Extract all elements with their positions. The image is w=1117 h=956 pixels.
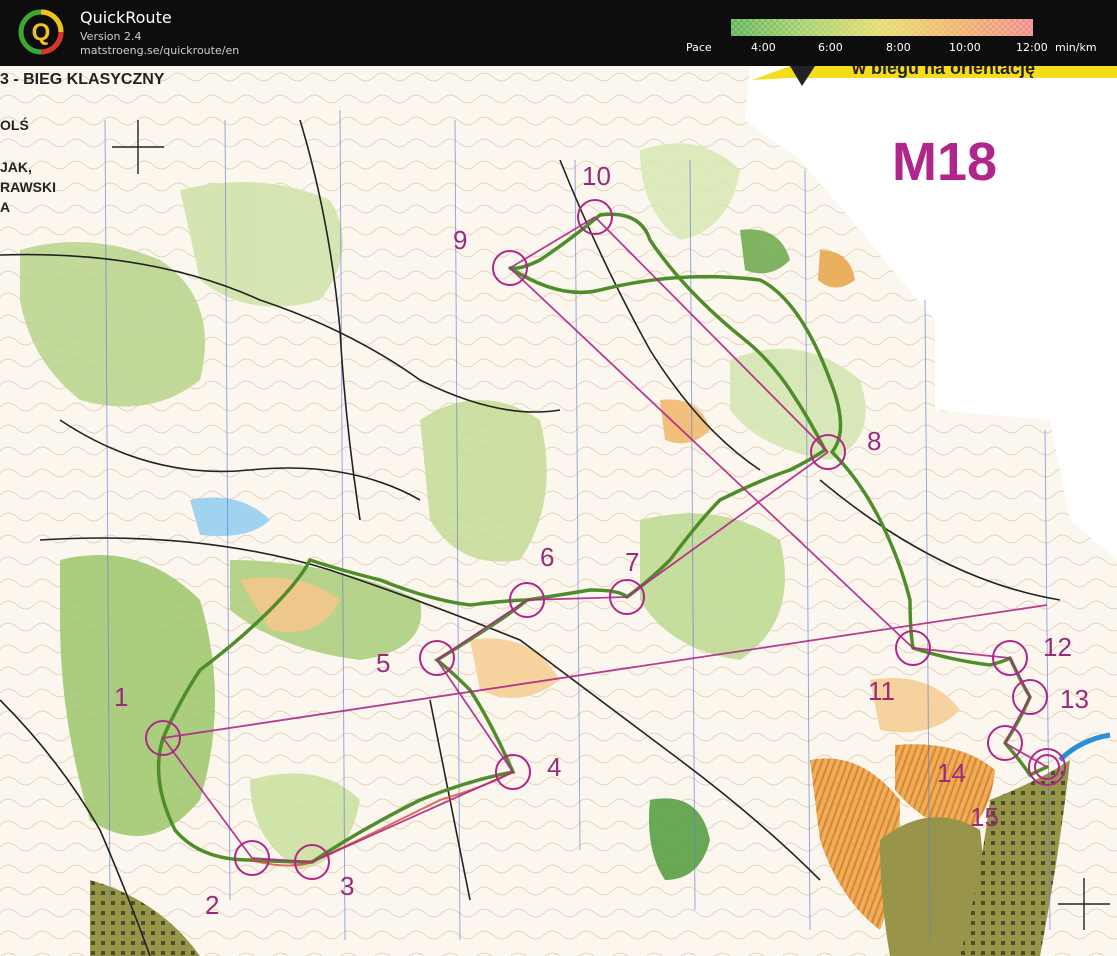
control-number-2: 2	[205, 890, 219, 920]
control-number-7: 7	[625, 547, 639, 577]
logo-letter: Q	[32, 19, 51, 46]
orienteering-map[interactable]: 1 2 3 4 5 6 7 8 9 10 11 12 13 14 15 3 - …	[0, 66, 1117, 956]
map-title-fragment: 3 - BIEG KLASYCZNY	[0, 71, 165, 88]
class-label: M18	[892, 132, 997, 192]
control-number-9: 9	[453, 225, 467, 255]
control-number-14: 14	[937, 758, 966, 788]
quickroute-logo: Q	[18, 9, 64, 55]
pace-tick-4: 4:00	[751, 41, 776, 54]
map-side-text-1: OLŚ	[0, 116, 29, 133]
control-number-5: 5	[376, 648, 390, 678]
pace-tick-6: 6:00	[818, 41, 843, 54]
control-number-13: 13	[1060, 684, 1089, 714]
pace-unit: min/km	[1055, 41, 1097, 54]
pace-color-scale	[731, 19, 1033, 36]
control-number-8: 8	[867, 426, 881, 456]
control-number-12: 12	[1043, 632, 1072, 662]
control-number-15: 15	[970, 802, 999, 832]
control-number-4: 4	[547, 752, 561, 782]
control-number-1: 1	[114, 682, 128, 712]
pace-label: Pace	[686, 41, 712, 54]
map-side-text-3: RAWSKI	[0, 179, 56, 195]
pace-tick-12: 12:00	[1016, 41, 1048, 54]
map-side-text-2: JAK,	[0, 159, 32, 175]
app-url: matstroeng.se/quickroute/en	[80, 44, 240, 57]
pace-tick-10: 10:00	[949, 41, 981, 54]
control-number-10: 10	[582, 161, 611, 191]
map-side-text-4: A	[0, 199, 10, 215]
pace-tick-8: 8:00	[886, 41, 911, 54]
banner-text: w biegu na orientację	[851, 66, 1035, 78]
app-header: Q QuickRoute Version 2.4 matstroeng.se/q…	[0, 0, 1117, 66]
app-name: QuickRoute	[80, 8, 172, 27]
control-number-11: 11	[868, 676, 895, 706]
control-number-3: 3	[340, 871, 354, 901]
control-number-6: 6	[540, 542, 554, 572]
app-version: Version 2.4	[80, 30, 142, 43]
